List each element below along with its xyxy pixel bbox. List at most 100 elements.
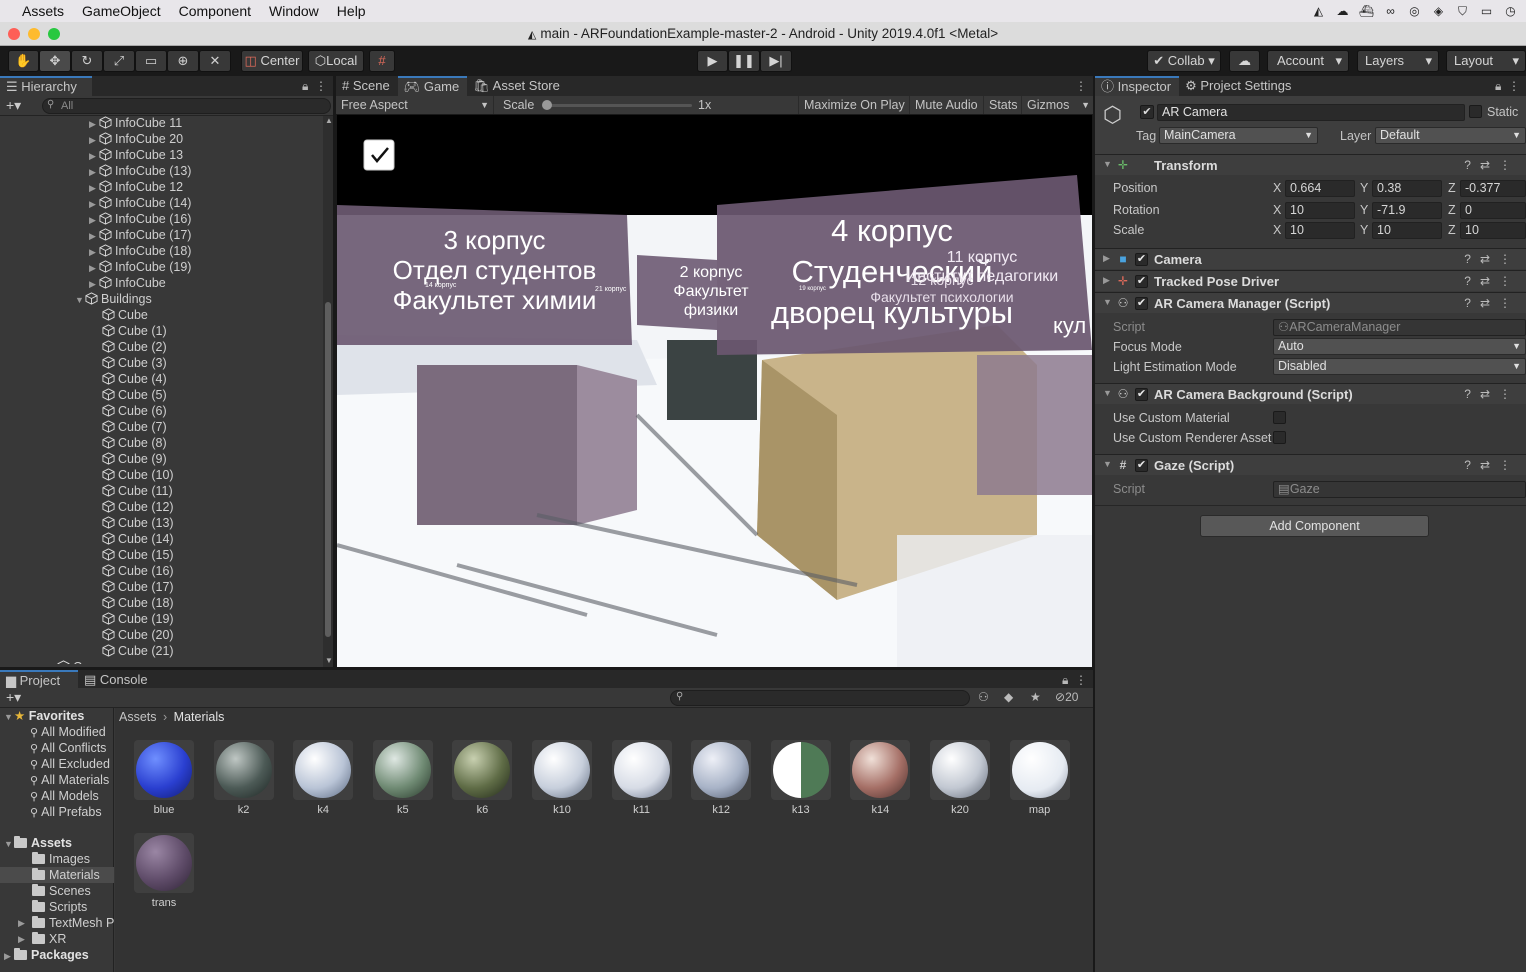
layer-dropdown[interactable]: Default ▼ [1375, 127, 1526, 144]
material-asset[interactable]: k12 [689, 740, 753, 816]
scroll-up-icon[interactable]: ▲ [325, 116, 333, 125]
position-y-field[interactable]: 0.38 [1372, 180, 1442, 197]
hierarchy-item-cube[interactable]: Cube (16) [102, 563, 174, 579]
hierarchy-item-cube[interactable]: Cube (18) [102, 595, 174, 611]
hierarchy-item-infocube[interactable]: ▶ InfoCube (17) [89, 227, 191, 243]
transform-header[interactable]: ▼ ✛ Transform ?⇄⋮ [1095, 154, 1526, 175]
hierarchy-item-cube[interactable]: Cube (14) [102, 531, 174, 547]
hierarchy-item-infocube[interactable]: ▶ InfoCube [89, 275, 166, 291]
use-custom-renderer-checkbox[interactable] [1273, 431, 1286, 444]
menu-window[interactable]: Window [260, 0, 328, 22]
packages-root[interactable]: ▶ Packages [4, 947, 89, 963]
hierarchy-item-infocube[interactable]: ▶ InfoCube 20 [89, 131, 183, 147]
hierarchy-item-cube[interactable]: Cube (13) [102, 515, 174, 531]
hierarchy-scrollbar[interactable]: ▲ ▼ [323, 116, 333, 667]
grid-snap-button[interactable]: # [369, 50, 395, 72]
hierarchy-item-cube[interactable]: Cube (1) [102, 323, 167, 339]
favorite-star-icon[interactable]: ★ [1030, 690, 1041, 704]
mute-audio-toggle[interactable]: Mute Audio [909, 96, 983, 114]
project-tab-controls[interactable]: 🔒︎ ⋮ [1062, 670, 1087, 690]
expand-arrow-icon[interactable]: ▶ [89, 212, 99, 228]
breadcrumb-materials[interactable]: Materials [174, 710, 225, 724]
focus-mode-dropdown[interactable]: Auto ▼ [1273, 338, 1526, 355]
aspect-dropdown[interactable]: Free Aspect ▼ [336, 96, 494, 114]
hierarchy-item-cube[interactable]: Cube (9) [102, 451, 167, 467]
tab-project[interactable]: ▆ Project [0, 670, 78, 690]
clock-icon[interactable]: ◷ [1503, 4, 1518, 19]
hierarchy-item-cube[interactable]: Cube (12) [102, 499, 174, 515]
hierarchy-item-cube[interactable]: Cube (2) [102, 339, 167, 355]
stats-toggle[interactable]: Stats [983, 96, 1023, 114]
expand-arrow-icon[interactable]: ▼ [4, 709, 14, 725]
material-asset[interactable]: k2 [212, 740, 276, 816]
creative-cloud-icon[interactable]: ∞ [1383, 4, 1398, 19]
pause-button[interactable]: ❚❚ [728, 50, 760, 72]
gameobject-name-field[interactable]: AR Camera [1157, 104, 1465, 121]
camera-header[interactable]: ▶ ■ ✔ Camera ?⇄⋮ [1095, 248, 1526, 269]
cloud-button[interactable]: ☁ [1229, 50, 1260, 72]
account-dropdown[interactable]: Account ▾ [1267, 50, 1349, 72]
breadcrumb-assets[interactable]: Assets [119, 710, 157, 724]
ar-camera-manager-header[interactable]: ▼ ⚇ ✔ AR Camera Manager (Script) ?⇄⋮ [1095, 292, 1526, 313]
hand-tool-button[interactable]: ✋ [8, 50, 39, 72]
step-button[interactable]: ▶| [760, 50, 792, 72]
expand-arrow-icon[interactable]: ▶ [89, 260, 99, 276]
hierarchy-search-input[interactable]: ⚲ All [42, 98, 331, 114]
axis-y-label[interactable]: Y [1360, 223, 1368, 237]
rotation-z-field[interactable]: 0 [1460, 202, 1526, 219]
material-asset[interactable]: k6 [450, 740, 514, 816]
move-tool-button[interactable]: ✥ [39, 50, 71, 72]
add-component-button[interactable]: Add Component [1200, 515, 1429, 537]
hierarchy-item-infocube[interactable]: ▶ InfoCube 12 [89, 179, 183, 195]
hierarchy-item-infocube[interactable]: ▶ InfoCube (18) [89, 243, 191, 259]
collapse-arrow-icon[interactable]: ▶ [18, 915, 28, 931]
expand-arrow-icon[interactable]: ▶ [89, 148, 99, 164]
collapse-arrow-icon[interactable]: ▶ [18, 931, 28, 947]
gaze-header[interactable]: ▼ # ✔ Gaze (Script) ?⇄⋮ [1095, 454, 1526, 475]
expand-arrow-icon[interactable]: ▶ [89, 244, 99, 260]
expand-arrow-icon[interactable]: ▼ [1103, 297, 1112, 307]
component-controls[interactable]: ?⇄⋮ [1464, 158, 1520, 172]
axis-x-label[interactable]: X [1273, 181, 1281, 195]
material-asset[interactable]: k5 [371, 740, 435, 816]
expand-arrow-icon[interactable]: ▼ [1103, 159, 1112, 169]
hierarchy-item-cube[interactable]: Cube (20) [102, 627, 174, 643]
component-controls[interactable]: ?⇄⋮ [1464, 387, 1520, 401]
expand-arrow-icon[interactable]: ▶ [89, 180, 99, 196]
menu-dots-icon[interactable]: ⋮ [315, 79, 327, 93]
hierarchy-item-cube[interactable]: Cube (4) [102, 371, 167, 387]
scroll-thumb[interactable] [325, 302, 331, 637]
rect-tool-button[interactable]: ▭ [135, 50, 167, 72]
axis-z-label[interactable]: Z [1448, 203, 1456, 217]
static-checkbox[interactable] [1469, 105, 1482, 118]
hierarchy-item-cube[interactable]: Cube (17) [102, 579, 174, 595]
axis-x-label[interactable]: X [1273, 203, 1281, 217]
shield-icon[interactable]: ⛉ [1455, 4, 1470, 19]
add-icon[interactable]: +▾ [6, 689, 21, 706]
asset-folder[interactable]: Images [0, 851, 114, 867]
material-asset[interactable]: k14 [848, 740, 912, 816]
tab-scene[interactable]: # Scene [336, 76, 398, 96]
use-custom-material-checkbox[interactable] [1273, 411, 1286, 424]
material-asset[interactable]: k11 [610, 740, 674, 816]
component-controls[interactable]: ?⇄⋮ [1464, 252, 1520, 266]
material-asset[interactable]: k4 [291, 740, 355, 816]
collapse-arrow-icon[interactable]: ▶ [1103, 253, 1110, 264]
scale-slider-thumb[interactable] [542, 100, 552, 110]
lock-icon[interactable]: 🔒︎ [1495, 79, 1501, 93]
expand-arrow-icon[interactable]: ▼ [1103, 459, 1112, 469]
menu-assets[interactable]: Assets [0, 0, 73, 22]
expand-arrow-icon[interactable]: ▶ [89, 164, 99, 180]
display-icon[interactable]: ▭ [1479, 4, 1494, 19]
tab-console[interactable]: ▤ Console [78, 670, 156, 690]
menu-dots-icon[interactable]: ⋮ [1508, 79, 1520, 93]
tab-game[interactable]: 🎮︎ Game [397, 76, 468, 96]
hierarchy-item-cube[interactable]: Cube (5) [102, 387, 167, 403]
tracked-pose-driver-header[interactable]: ▶ ✛ ✔ Tracked Pose Driver ?⇄⋮ [1095, 270, 1526, 291]
expand-arrow-icon[interactable]: ▶ [89, 196, 99, 212]
collapse-arrow-icon[interactable]: ▶ [1103, 275, 1110, 286]
tab-inspector[interactable]: ⓘ Inspector [1095, 76, 1180, 96]
axis-y-label[interactable]: Y [1360, 203, 1368, 217]
expand-arrow-icon[interactable]: ▼ [75, 292, 85, 308]
hierarchy-item-cube[interactable]: Cube (10) [102, 467, 174, 483]
